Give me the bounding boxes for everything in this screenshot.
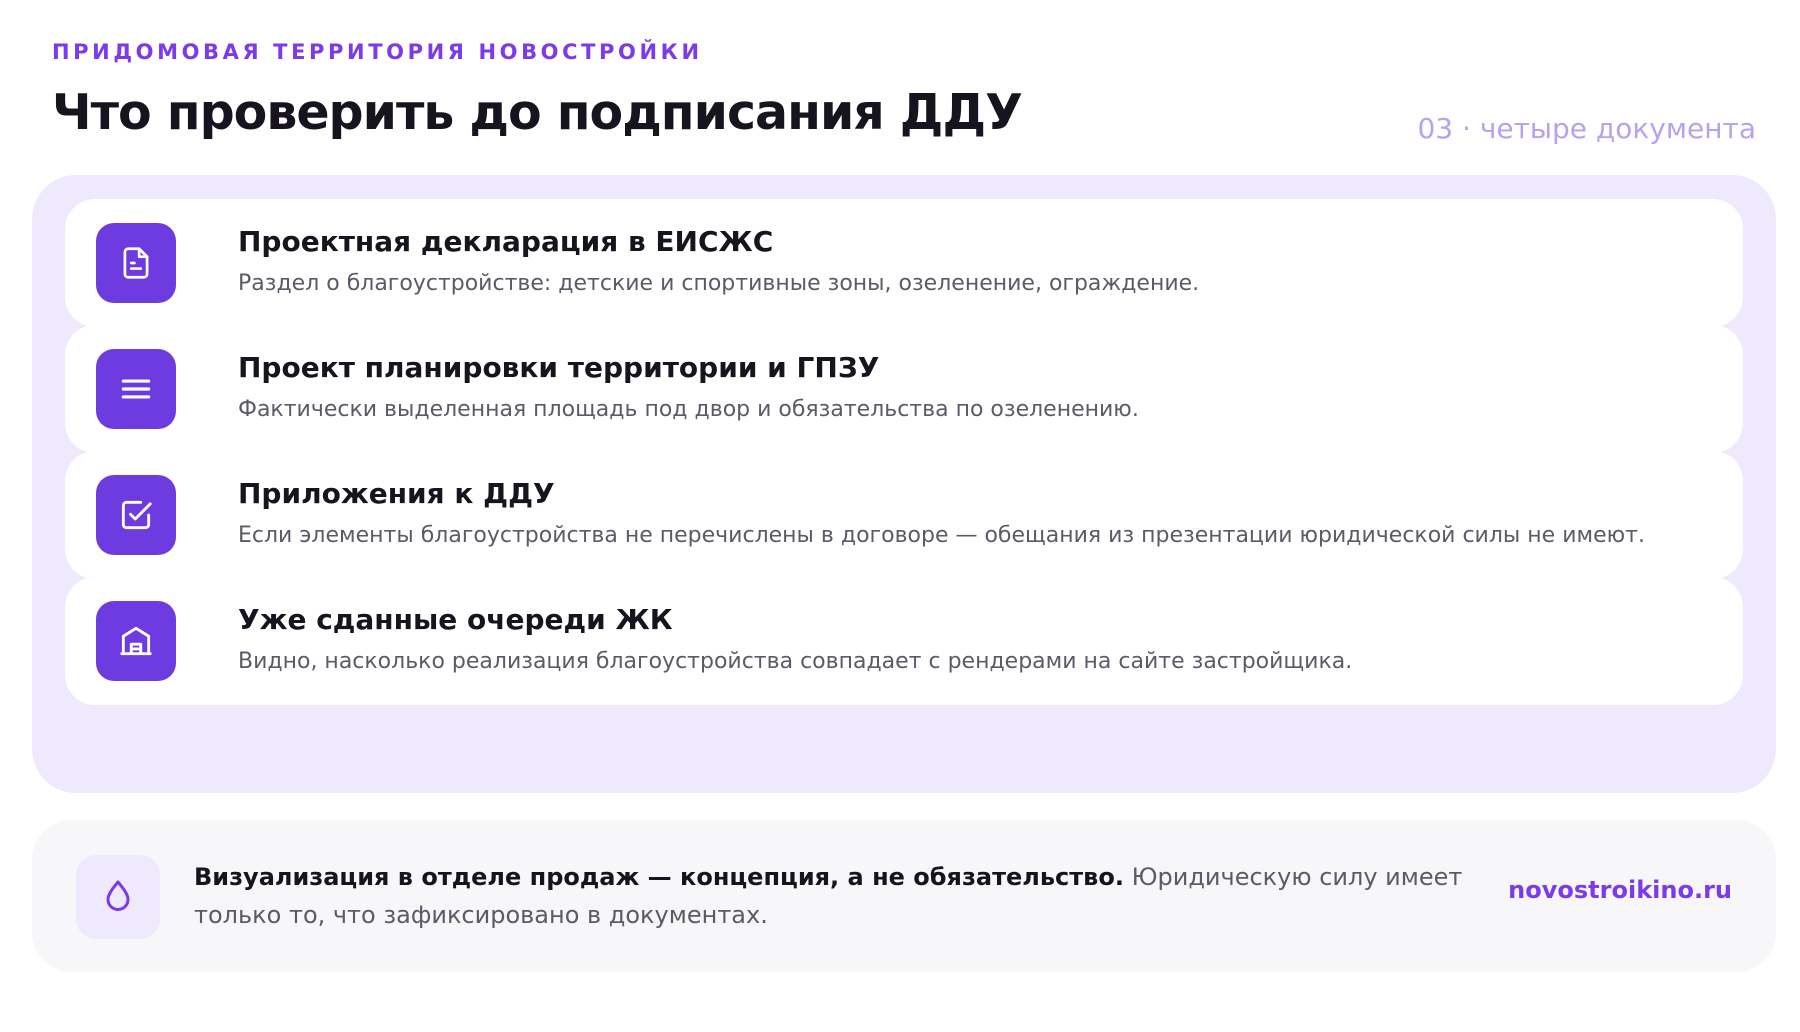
document-counter: 03 · четыре документа xyxy=(1417,112,1756,145)
checklist-panel: Проектная декларация в ЕИСЖС Раздел о бл… xyxy=(32,175,1776,793)
building-icon xyxy=(96,601,176,681)
card-description: Видно, насколько реализация благоустройс… xyxy=(238,649,1353,674)
note-text: Визуализация в отделе продаж — концепция… xyxy=(194,858,1544,934)
page-title: Что проверить до подписания ДДУ xyxy=(52,84,1023,141)
list-icon xyxy=(96,349,176,429)
note-callout: Визуализация в отделе продаж — концепция… xyxy=(32,820,1776,972)
checklist-card-appendix: Приложения к ДДУ Если элементы благоустр… xyxy=(65,451,1743,579)
drop-icon xyxy=(76,855,160,939)
checklist-card-planning: Проект планировки территории и ГПЗУ Факт… xyxy=(65,325,1743,453)
document-icon xyxy=(96,223,176,303)
card-title: Приложения к ДДУ xyxy=(238,477,555,510)
card-title: Проектная декларация в ЕИСЖС xyxy=(238,225,774,258)
card-description: Раздел о благоустройстве: детские и спор… xyxy=(238,271,1200,296)
card-title: Проект планировки территории и ГПЗУ xyxy=(238,351,880,384)
card-title: Уже сданные очереди ЖК xyxy=(238,603,673,636)
checklist-card-declaration: Проектная декларация в ЕИСЖС Раздел о бл… xyxy=(65,199,1743,327)
checklist-card-phases: Уже сданные очереди ЖК Видно, насколько … xyxy=(65,577,1743,705)
note-emphasis: Визуализация в отделе продаж — концепция… xyxy=(194,863,1124,891)
checkbox-icon xyxy=(96,475,176,555)
eyebrow-label: ПРИДОМОВАЯ ТЕРРИТОРИЯ НОВОСТРОЙКИ xyxy=(52,40,703,64)
card-description: Фактически выделенная площадь под двор и… xyxy=(238,397,1139,422)
brand-link[interactable]: novostroikino.ru xyxy=(1508,876,1732,904)
card-description: Если элементы благоустройства не перечис… xyxy=(238,523,1645,548)
